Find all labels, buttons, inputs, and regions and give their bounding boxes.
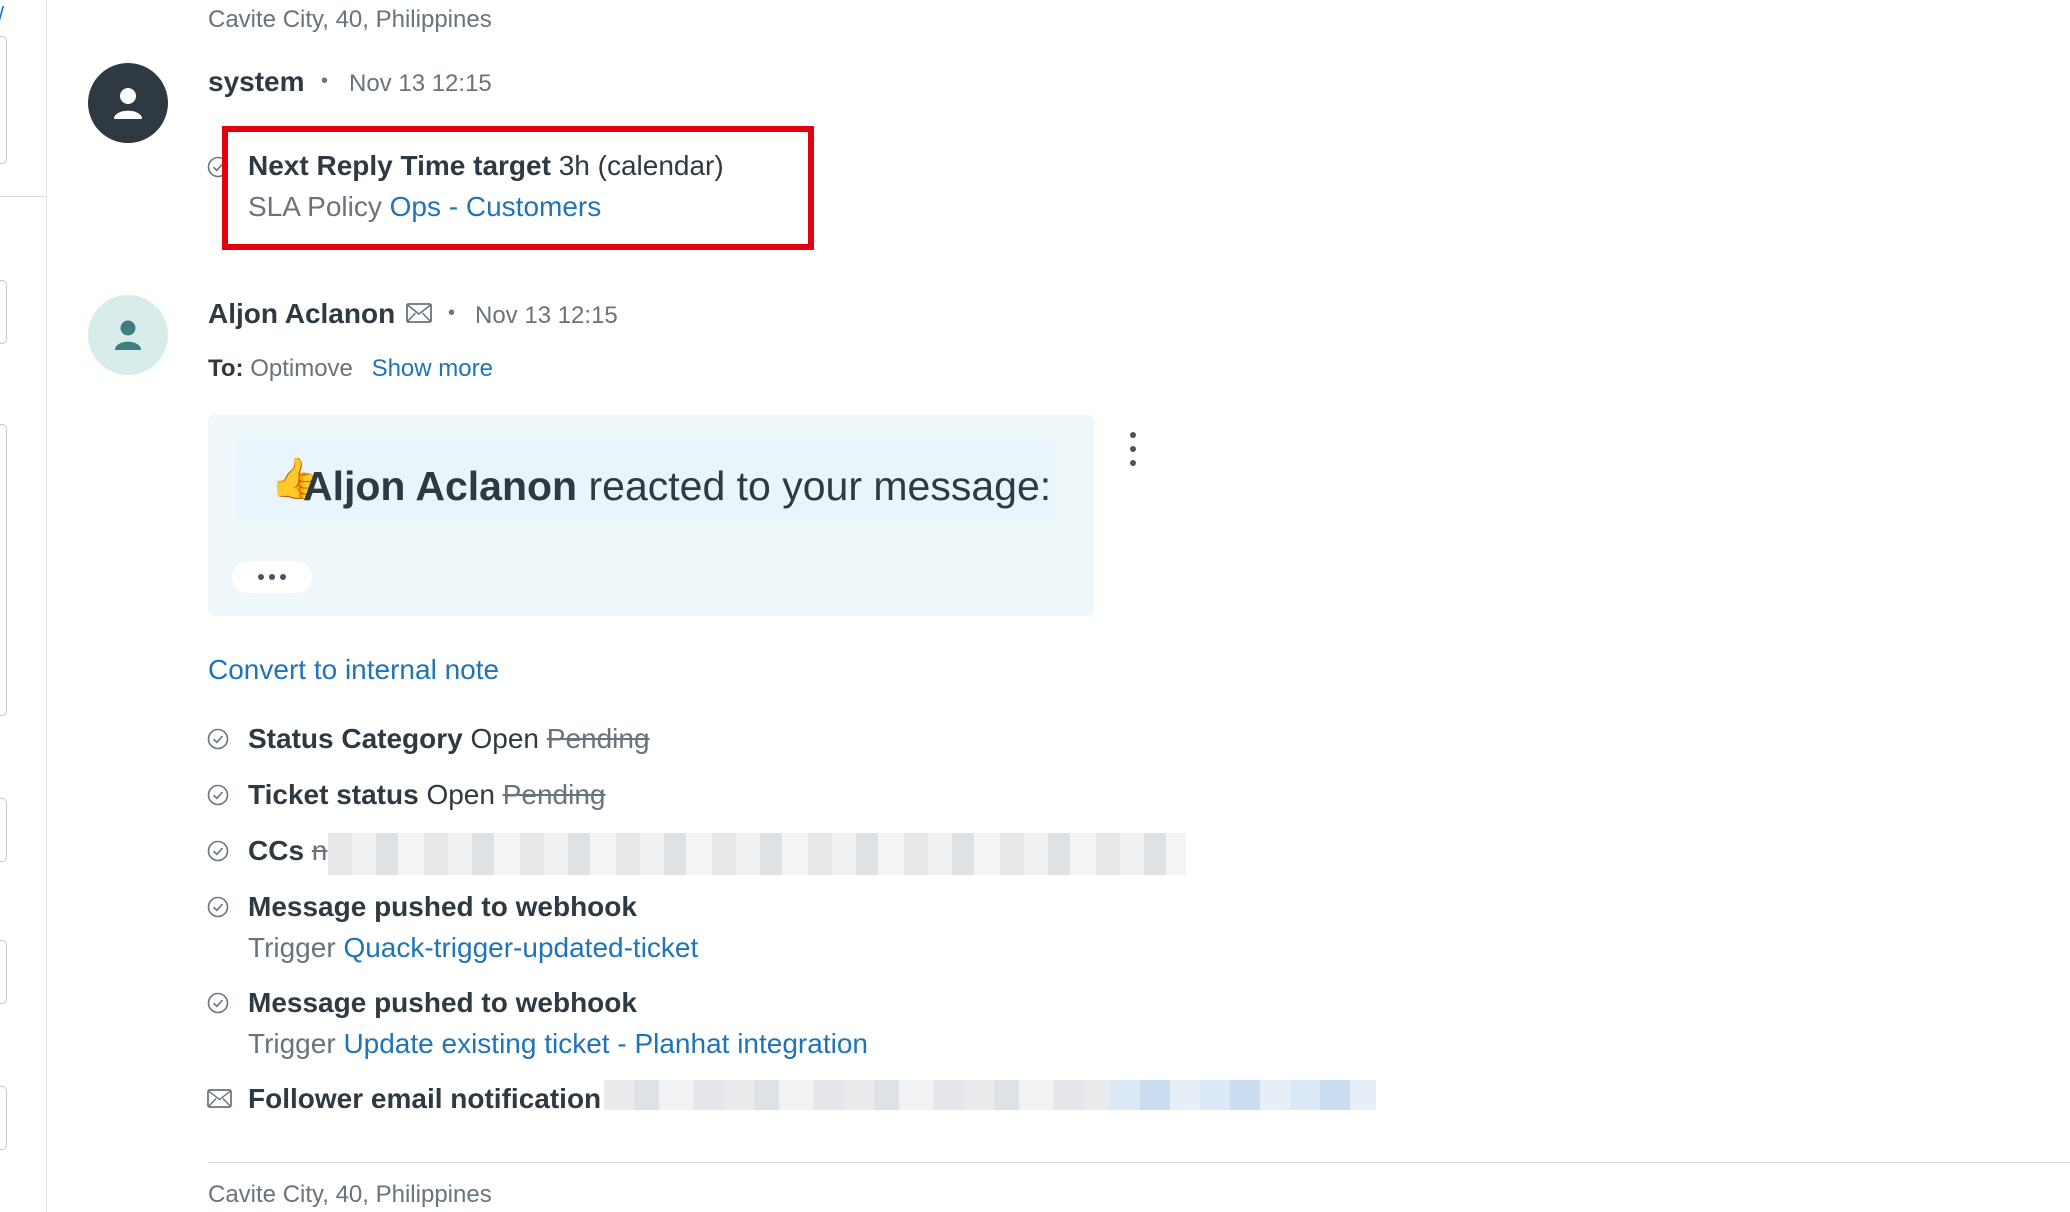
user-icon [115, 320, 141, 350]
left-panel-field[interactable] [0, 424, 7, 716]
left-panel-field[interactable] [0, 798, 7, 862]
trigger-link[interactable]: Quack-trigger-updated-ticket [343, 932, 698, 963]
separator-dot: • [321, 70, 329, 92]
recipients-line: To: Optimove Show more [208, 355, 493, 383]
event-old-value: Pending [502, 779, 606, 810]
left-panel-field[interactable] [0, 36, 7, 164]
event-value: Open [470, 723, 540, 754]
event-title: Message pushed to webhook [248, 891, 637, 922]
event-title: Ticket status [248, 779, 419, 810]
left-panel-link-fragment: / [0, 2, 4, 28]
show-trimmed-content-button[interactable] [232, 561, 312, 593]
more-options-icon[interactable] [1126, 432, 1140, 466]
timestamp[interactable]: Nov 13 12:15 [475, 302, 618, 330]
reaction-message: Aljon Aclanon reacted to your message: [303, 463, 1051, 510]
check-circle-icon [207, 992, 229, 1014]
timestamp[interactable]: Nov 13 12:15 [349, 70, 492, 98]
event-subline: Trigger Update existing ticket - Planhat… [248, 1028, 868, 1060]
event-row: Status Category Open Pending [248, 723, 650, 755]
location-text: Cavite City, 40, Philippines [208, 1181, 492, 1208]
reaction-name: Aljon Aclanon [303, 463, 578, 509]
show-more-link[interactable]: Show more [372, 355, 493, 382]
event-title: Follower email notification [248, 1083, 602, 1114]
system-avatar [88, 63, 168, 143]
redacted-region [604, 1080, 1110, 1110]
reaction-text: reacted to your message: [588, 463, 1052, 509]
dot-icon [258, 574, 264, 580]
trigger-label: Trigger [248, 932, 336, 963]
left-panel-field[interactable] [0, 280, 7, 344]
dot-icon [280, 574, 286, 580]
event-row: CCs n [248, 835, 327, 867]
check-circle-icon [207, 840, 229, 862]
highlight-annotation [222, 126, 814, 250]
event-row: Ticket status Open Pending [248, 779, 606, 811]
to-value: Optimove [250, 355, 353, 382]
email-icon [207, 1089, 232, 1108]
user-icon [114, 88, 142, 119]
left-panel-field[interactable] [0, 940, 7, 1004]
event-value: Open [426, 779, 495, 810]
trigger-link[interactable]: Update existing ticket - Planhat integra… [343, 1028, 868, 1059]
event-title: Message pushed to webhook [248, 987, 637, 1018]
author-name: system [208, 66, 305, 97]
event-old-value: n [311, 835, 328, 866]
left-panel-edge: / [0, 0, 47, 1212]
requester-avatar [88, 295, 168, 375]
check-circle-icon [207, 784, 229, 806]
redacted-region [328, 833, 1186, 875]
left-panel-divider [0, 196, 46, 197]
trigger-label: Trigger [248, 1028, 336, 1059]
event-subline: Trigger Quack-trigger-updated-ticket [248, 932, 698, 964]
check-circle-icon [207, 728, 229, 750]
divider [208, 1162, 2070, 1163]
convert-to-internal-note-link[interactable]: Convert to internal note [208, 654, 499, 686]
author-name[interactable]: Aljon Aclanon [208, 298, 395, 330]
dot-icon [269, 574, 275, 580]
to-label: To: [208, 355, 244, 382]
location-text: Cavite City, 40, Philippines [208, 6, 492, 33]
redacted-link [1110, 1080, 1376, 1110]
separator-dot: • [448, 302, 456, 324]
event-title: Status Category [248, 723, 463, 754]
event-old-value: Pending [546, 723, 650, 754]
check-circle-icon [207, 896, 229, 918]
left-panel-field[interactable] [0, 1086, 7, 1150]
message-body: 👍 Aljon Aclanon reacted to your message: [208, 415, 1094, 616]
email-icon [406, 303, 432, 323]
event-title: CCs [248, 835, 305, 866]
